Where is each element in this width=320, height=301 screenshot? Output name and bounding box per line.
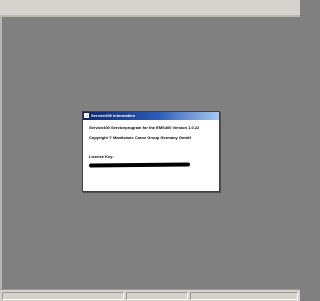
license-key-label: License Key: bbox=[89, 154, 114, 159]
app-icon bbox=[84, 113, 89, 118]
copyright-text: Copyright © Manitowoc Crane Group German… bbox=[89, 135, 191, 140]
status-bar bbox=[0, 289, 300, 301]
license-key-redacted bbox=[88, 162, 191, 168]
status-panel-3 bbox=[190, 292, 298, 300]
program-version-text: Service400 Serviceprogram for the EMS400… bbox=[89, 125, 200, 130]
toolbar-area bbox=[0, 0, 300, 16]
status-panel-1 bbox=[2, 292, 124, 300]
dialog-body: Service400 Serviceprogram for the EMS400… bbox=[83, 120, 219, 191]
application-window: Service400 information Service400 Servic… bbox=[0, 0, 300, 301]
dialog-titlebar[interactable]: Service400 information bbox=[83, 112, 219, 120]
status-panel-2 bbox=[126, 292, 188, 300]
information-dialog[interactable]: Service400 information Service400 Servic… bbox=[82, 111, 220, 192]
dialog-title: Service400 information bbox=[91, 113, 136, 118]
